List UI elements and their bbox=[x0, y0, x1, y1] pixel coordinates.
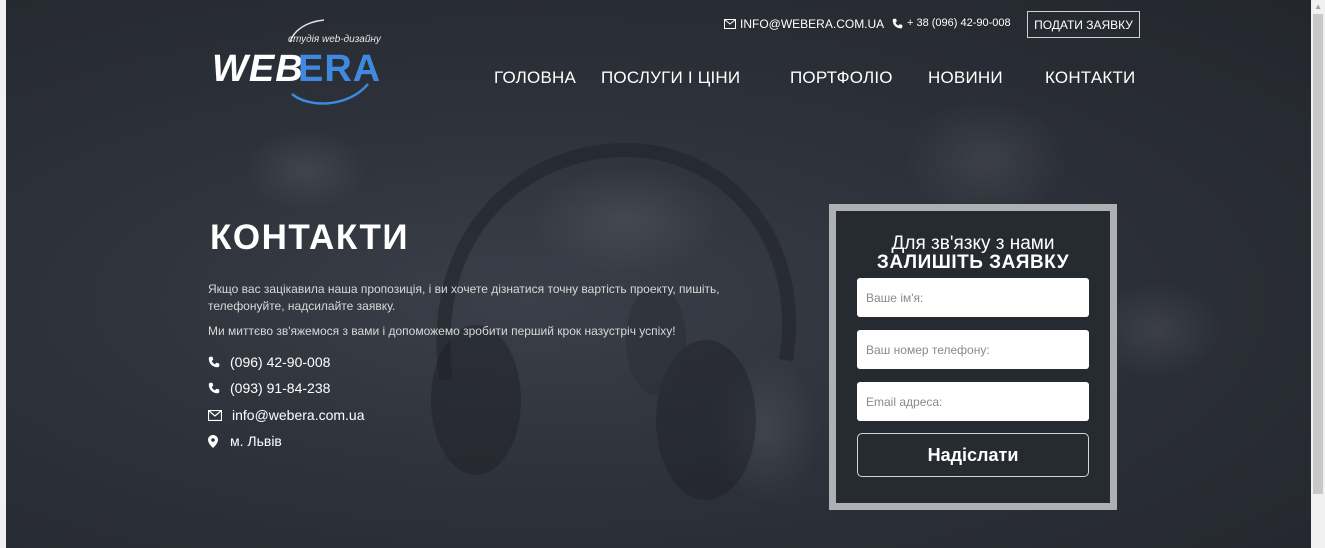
site-logo[interactable]: студія web-дизайну WEB ERA bbox=[208, 18, 408, 108]
email-input[interactable] bbox=[857, 382, 1089, 421]
phone-input[interactable] bbox=[857, 330, 1089, 369]
send-button[interactable]: Надіслати bbox=[857, 433, 1089, 477]
logo-tagline: студія web-дизайну bbox=[288, 34, 381, 45]
contact-phone-1-text: (096) 42-90-008 bbox=[230, 354, 331, 370]
contact-email-text: info@webera.com.ua bbox=[232, 407, 365, 423]
name-input[interactable] bbox=[857, 278, 1089, 317]
nav-item-portfolio[interactable]: ПОРТФОЛІО bbox=[790, 68, 893, 88]
nav-item-services[interactable]: ПОСЛУГИ І ЦІНИ bbox=[601, 68, 740, 88]
scroll-up-arrow-icon[interactable]: ▲ bbox=[1314, 2, 1322, 11]
contact-phone-2-text: (093) 91-84-238 bbox=[230, 380, 331, 396]
contact-phone-1[interactable]: (096) 42-90-008 bbox=[208, 354, 330, 370]
logo-arc-bottom bbox=[291, 83, 369, 105]
top-email-text: INFO@WEBERA.COM.UA bbox=[740, 17, 885, 31]
phone-icon bbox=[892, 18, 903, 28]
nav-item-news[interactable]: НОВИНИ bbox=[928, 68, 1003, 88]
envelope-icon bbox=[208, 409, 222, 421]
contact-email[interactable]: info@webera.com.ua bbox=[208, 407, 365, 423]
nav-item-home[interactable]: ГОЛОВНА bbox=[494, 68, 576, 88]
contacts-intro-text: Якщо вас зацікавила наша пропозиція, і в… bbox=[208, 282, 720, 313]
contact-location: м. Львів bbox=[208, 433, 282, 449]
top-phone-text: + 38 (096) 42-90-008 bbox=[907, 17, 1011, 29]
page-title: КОНТАКТИ bbox=[210, 218, 410, 257]
contact-location-text: м. Львів bbox=[230, 433, 282, 449]
map-marker-icon bbox=[208, 434, 218, 448]
scrollbar-thumb[interactable] bbox=[1313, 14, 1323, 494]
contacts-promise-text: Ми миттєво зв'яжемося з вами і допоможем… bbox=[208, 324, 676, 338]
contact-phone-2[interactable]: (093) 91-84-238 bbox=[208, 380, 330, 396]
nav-item-contacts[interactable]: КОНТАКТИ bbox=[1045, 68, 1135, 88]
submit-request-button[interactable]: ПОДАТИ ЗАЯВКУ bbox=[1027, 11, 1140, 38]
phone-icon bbox=[208, 382, 220, 394]
request-form: Для зв'язку з нами ЗАЛИШІТЬ ЗАЯВКУ Надіс… bbox=[829, 204, 1117, 510]
top-email-link[interactable]: INFO@WEBERA.COM.UA bbox=[724, 17, 884, 31]
phone-icon bbox=[208, 356, 220, 368]
envelope-icon bbox=[724, 19, 736, 29]
top-phone-link[interactable]: + 38 (096) 42-90-008 bbox=[892, 17, 1011, 29]
hero-section: студія web-дизайну WEB ERA INFO@WEBERA.C… bbox=[6, 0, 1311, 548]
form-title: ЗАЛИШІТЬ ЗАЯВКУ bbox=[876, 252, 1070, 273]
scrollbar[interactable]: ▲ bbox=[1311, 0, 1325, 548]
